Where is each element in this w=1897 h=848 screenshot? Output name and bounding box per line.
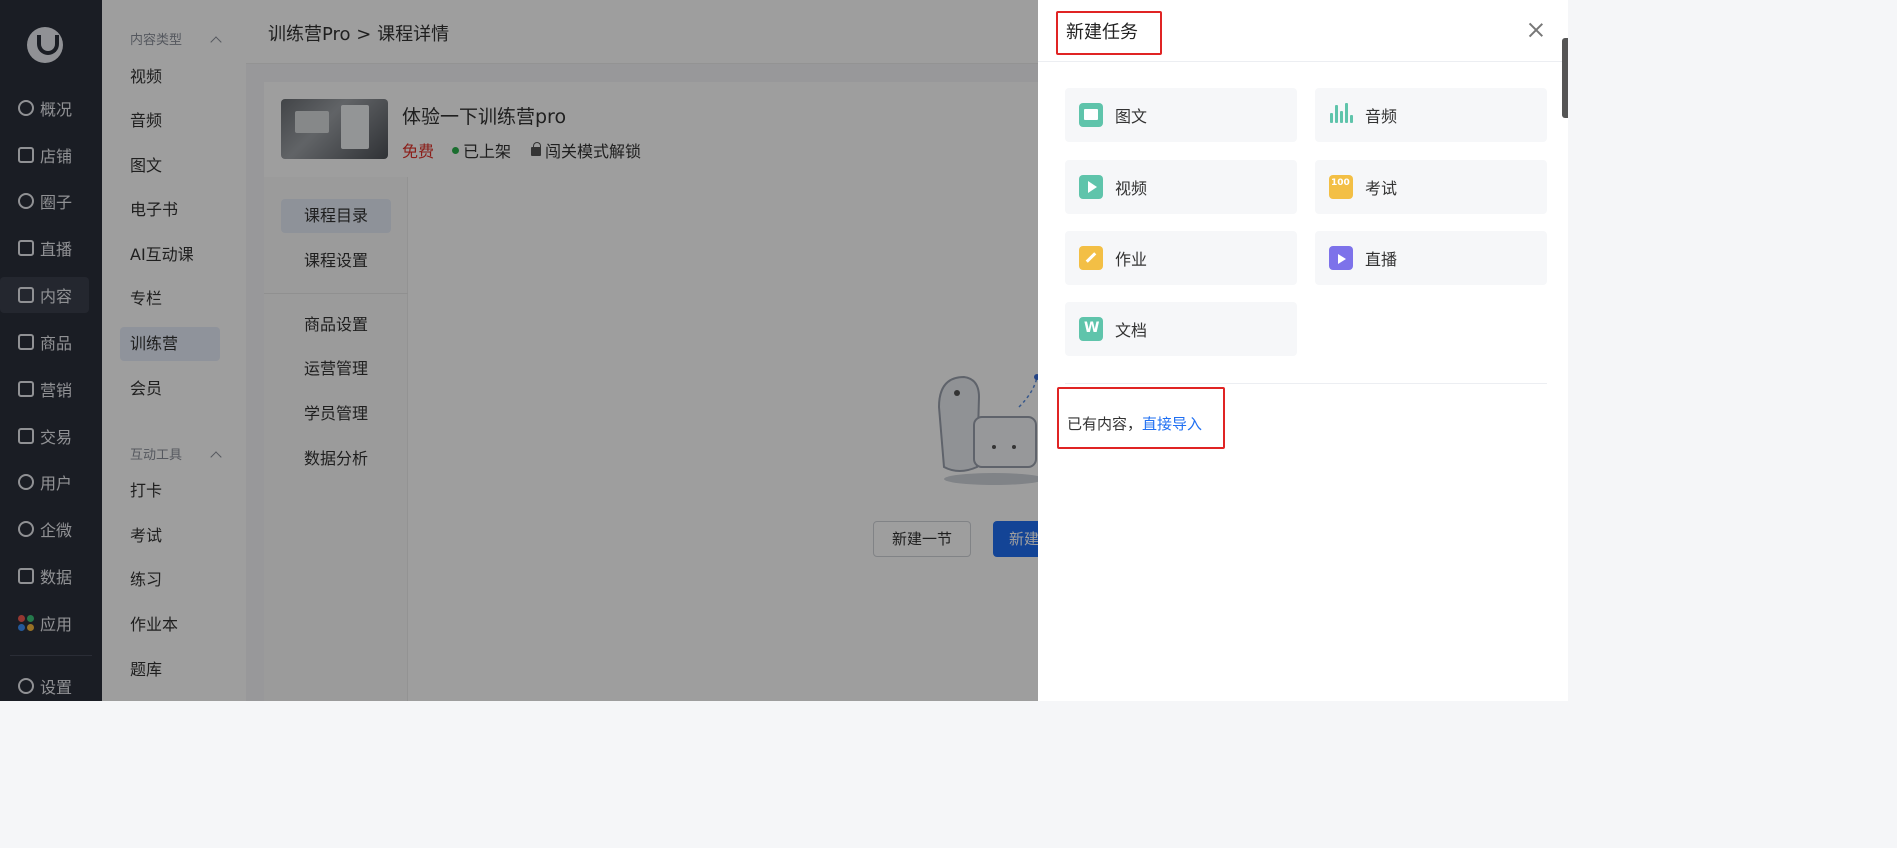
task-type-audio[interactable]: 音频: [1315, 88, 1547, 142]
task-type-homework[interactable]: 作业: [1065, 231, 1297, 285]
modal-overlay[interactable]: [0, 0, 1038, 701]
task-type-video[interactable]: 视频: [1065, 160, 1297, 214]
task-type-live[interactable]: 直播: [1315, 231, 1547, 285]
document-w-icon: [1079, 317, 1103, 341]
import-existing-highlight: 已有内容，直接导入: [1057, 387, 1225, 449]
new-task-drawer: 新建任务 图文 音频 视频 考试 作业 直播 文档 已有内容，直接导入: [1038, 0, 1568, 701]
video-play-icon: [1079, 175, 1103, 199]
task-type-article[interactable]: 图文: [1065, 88, 1297, 142]
drawer-divider: [1065, 383, 1547, 384]
live-tv-icon: [1329, 246, 1353, 270]
drawer-header: 新建任务: [1038, 0, 1568, 62]
exam-100-icon: [1329, 175, 1353, 199]
import-existing-text: 已有内容，直接导入: [1067, 415, 1203, 433]
audio-wave-icon: [1329, 103, 1353, 127]
close-icon[interactable]: [1527, 21, 1545, 39]
side-scroll-handle[interactable]: [1562, 38, 1568, 118]
task-type-document[interactable]: 文档: [1065, 302, 1297, 356]
image-icon: [1079, 103, 1103, 127]
direct-import-link[interactable]: 直接导入: [1142, 415, 1202, 433]
homework-pen-icon: [1079, 246, 1103, 270]
task-type-exam[interactable]: 考试: [1315, 160, 1547, 214]
drawer-title: 新建任务: [1056, 11, 1162, 55]
